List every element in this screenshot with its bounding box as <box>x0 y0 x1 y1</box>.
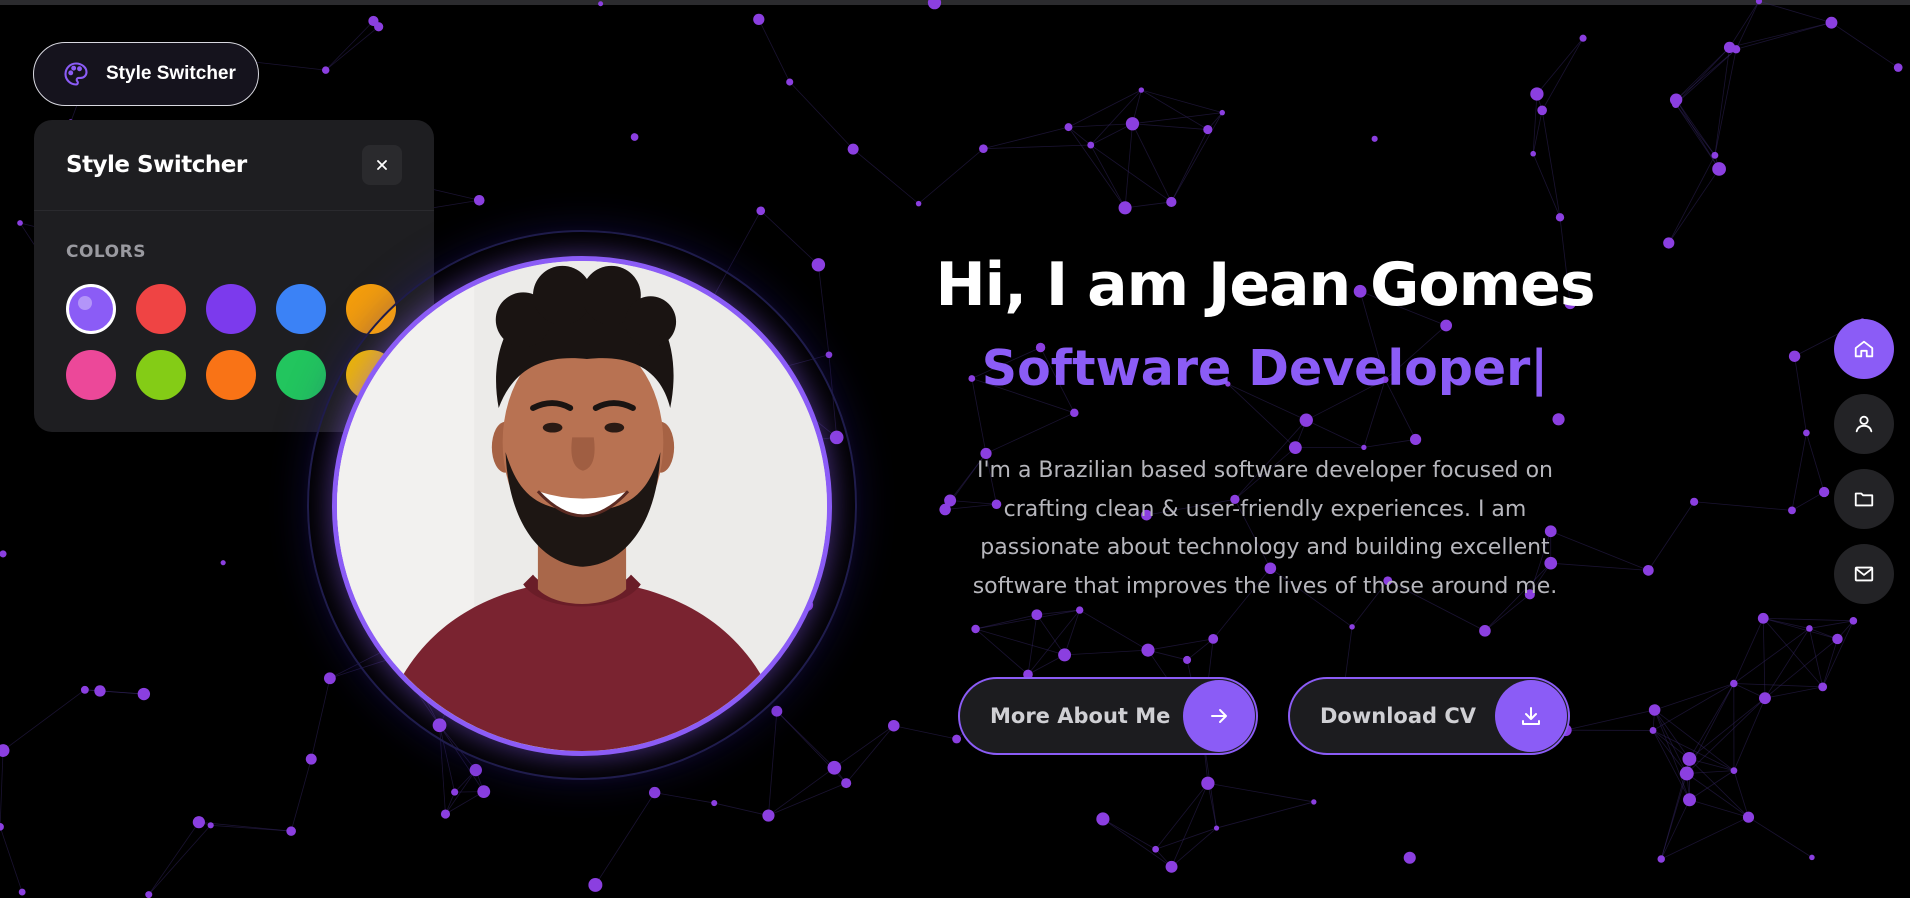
color-swatch-lime[interactable] <box>136 350 186 400</box>
home-icon <box>1854 340 1874 358</box>
typing-caret: | <box>1530 340 1549 397</box>
color-swatch-violet[interactable] <box>66 284 116 334</box>
color-swatch-purple[interactable] <box>206 284 256 334</box>
color-swatch-green[interactable] <box>276 350 326 400</box>
side-nav <box>1834 319 1894 604</box>
more-about-me-button[interactable]: More About Me <box>958 677 1258 755</box>
nav-contact-button[interactable] <box>1834 544 1894 604</box>
arrow-right-icon <box>1183 680 1255 752</box>
profile-photo-illustration <box>337 261 827 751</box>
user-icon <box>1855 415 1873 433</box>
download-cv-button[interactable]: Download CV <box>1288 677 1570 755</box>
hero-title: Hi, I am Jean Gomes <box>935 250 1595 320</box>
hero-role: Software Developer| <box>900 340 1630 397</box>
more-about-me-label: More About Me <box>990 704 1171 728</box>
folder-icon <box>1854 492 1874 507</box>
mail-icon <box>1854 566 1874 582</box>
hero-role-text: Software Developer <box>981 340 1531 397</box>
nav-home-button[interactable] <box>1834 319 1894 379</box>
color-swatch-blue[interactable] <box>276 284 326 334</box>
hero-description: I'm a Brazilian based software developer… <box>972 458 1558 599</box>
color-swatch-orange[interactable] <box>206 350 256 400</box>
close-icon <box>377 160 387 170</box>
nav-about-button[interactable] <box>1834 394 1894 454</box>
panel-header: Style Switcher <box>34 120 434 211</box>
download-icon <box>1495 680 1567 752</box>
profile-photo <box>332 256 832 756</box>
nav-portfolio-button[interactable] <box>1834 469 1894 529</box>
style-switcher-toggle-label: Style Switcher <box>106 63 236 84</box>
colors-label: COLORS <box>66 242 146 262</box>
panel-title: Style Switcher <box>66 152 247 178</box>
color-swatch-pink[interactable] <box>66 350 116 400</box>
style-switcher-toggle[interactable]: Style Switcher <box>33 42 259 106</box>
download-cv-label: Download CV <box>1320 704 1477 728</box>
color-swatch-red[interactable] <box>136 284 186 334</box>
close-button[interactable] <box>362 145 402 185</box>
palette-icon <box>64 62 88 86</box>
